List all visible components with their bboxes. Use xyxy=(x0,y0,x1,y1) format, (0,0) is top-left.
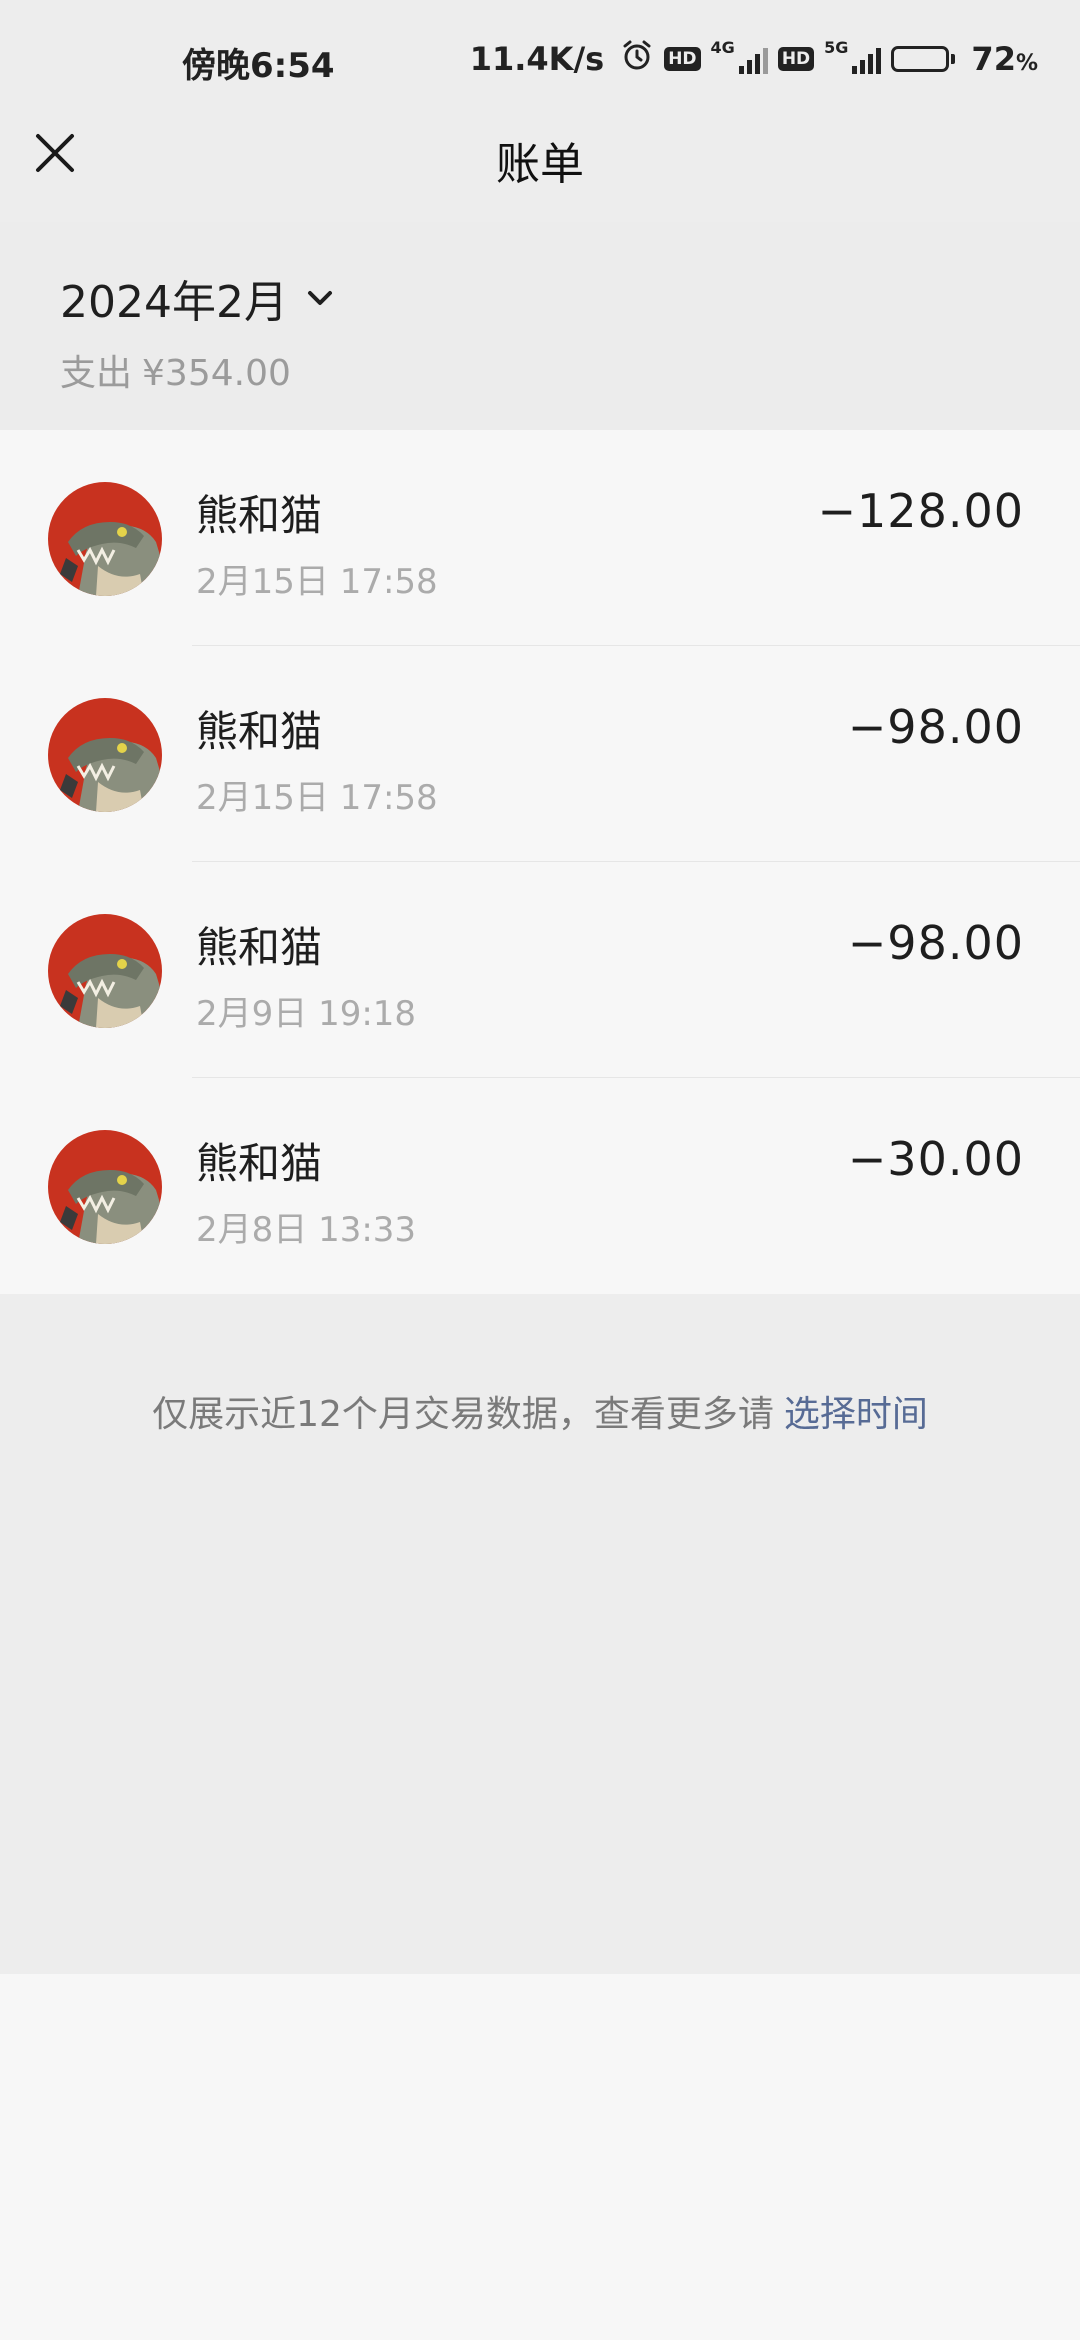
avatar xyxy=(48,482,162,596)
month-label: 2024年2月 xyxy=(60,277,288,328)
transaction-time: 2月8日 13:33 xyxy=(196,1210,417,1250)
transaction-amount: −98.00 xyxy=(847,700,1024,754)
battery-percent: 72% xyxy=(971,40,1038,78)
transaction-row[interactable]: 熊和猫 2月8日 13:33 −30.00 xyxy=(0,1078,1080,1294)
battery-icon xyxy=(891,46,956,72)
merchant-name: 熊和猫 xyxy=(196,923,323,972)
footer-note: 仅展示近12个月交易数据，查看更多请 选择时间 xyxy=(0,1385,1080,1437)
select-time-link[interactable]: 选择时间 xyxy=(784,1394,928,1435)
month-summary: 2024年2月 支出 ¥354.00 xyxy=(0,222,1080,430)
transaction-amount: −128.00 xyxy=(817,484,1024,538)
transaction-row[interactable]: 熊和猫 2月15日 17:58 −128.00 xyxy=(0,430,1080,646)
transaction-time: 2月15日 17:58 xyxy=(196,778,438,818)
transaction-amount: −30.00 xyxy=(847,1132,1024,1186)
transaction-row[interactable]: 熊和猫 2月9日 19:18 −98.00 xyxy=(0,862,1080,1078)
signal-icon-1 xyxy=(738,44,768,74)
network-gen-1: 4G xyxy=(710,37,735,57)
signal-icon-2 xyxy=(852,44,882,74)
merchant-name: 熊和猫 xyxy=(196,1139,323,1188)
avatar xyxy=(48,698,162,812)
merchant-name: 熊和猫 xyxy=(196,491,323,540)
avatar xyxy=(48,914,162,1028)
status-time: 傍晚6:54 xyxy=(182,46,335,86)
transaction-row[interactable]: 熊和猫 2月15日 17:58 −98.00 xyxy=(0,646,1080,862)
transaction-list: 熊和猫 2月15日 17:58 −128.00 熊和猫 2月15日 17:58 … xyxy=(0,430,1080,1294)
spend-amount: ¥354.00 xyxy=(142,353,291,394)
status-indicators: 11.4K/s HD 4G HD 5G 72% xyxy=(470,38,1038,80)
transaction-time: 2月15日 17:58 xyxy=(196,562,438,602)
hd-badge-1: HD xyxy=(664,47,701,71)
network-gen-2: 5G xyxy=(824,37,849,57)
alarm-icon xyxy=(620,38,654,80)
transaction-amount: −98.00 xyxy=(847,916,1024,970)
avatar xyxy=(48,1130,162,1244)
network-speed: 11.4K/s xyxy=(469,40,605,78)
spend-total: 支出 ¥354.00 xyxy=(60,344,291,396)
chevron-down-icon xyxy=(307,291,332,305)
page-title: 账单 xyxy=(496,139,584,190)
nav-bar: 账单 xyxy=(0,100,1080,222)
bottom-area xyxy=(0,1974,1080,2340)
hd-badge-2: HD xyxy=(777,47,815,71)
spend-label: 支出 xyxy=(60,353,133,394)
month-selector[interactable]: 2024年2月 xyxy=(60,266,338,330)
transaction-time: 2月9日 19:18 xyxy=(196,994,417,1034)
merchant-name: 熊和猫 xyxy=(196,707,323,756)
footer-note-text: 仅展示近12个月交易数据，查看更多请 xyxy=(152,1394,774,1435)
